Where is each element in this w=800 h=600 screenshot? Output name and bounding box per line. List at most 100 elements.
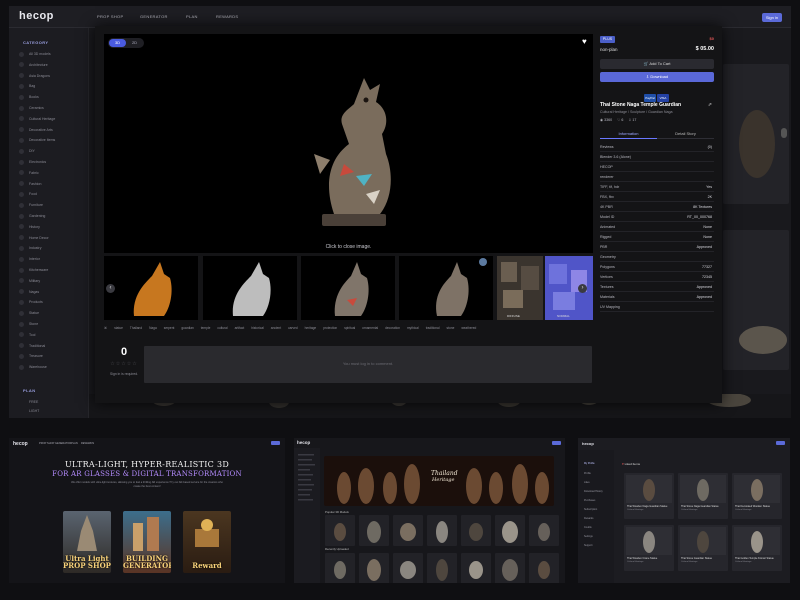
sidebar-item[interactable]: Stone <box>29 322 38 326</box>
nav-generator[interactable]: GENERATOR <box>140 14 168 19</box>
model-card[interactable] <box>529 553 559 583</box>
tag-chip[interactable]: carved <box>288 326 298 330</box>
download-button[interactable]: ⇩ Download <box>600 72 714 82</box>
plan-free[interactable]: FREE <box>29 400 38 404</box>
model-card[interactable] <box>325 515 355 546</box>
liked-card[interactable]: Thai Stone Naga Guardian Statue Cultural … <box>678 473 728 519</box>
sidebar-item[interactable]: Architecture <box>29 63 48 67</box>
tag-chip[interactable]: mythical <box>407 326 419 330</box>
sidebar-item[interactable]: Cultural Heritage <box>29 117 55 121</box>
sidebar-item[interactable]: Statue <box>29 311 39 315</box>
tag-chip[interactable]: protection <box>323 326 337 330</box>
sidebar-item[interactable]: Fashion <box>29 182 41 186</box>
thumbnail-3[interactable] <box>301 256 395 320</box>
sidebar-item[interactable]: Bag <box>29 84 35 88</box>
shot3-brand[interactable]: hecop <box>582 441 594 446</box>
model-card[interactable] <box>495 553 525 583</box>
sidebar-item[interactable]: Fabric <box>29 171 39 175</box>
tag-chip[interactable]: artifact <box>235 326 245 330</box>
sign-in-button[interactable]: Sign in <box>762 13 782 22</box>
tag-chip[interactable]: spiritual <box>344 326 355 330</box>
tag-chip[interactable]: guardian <box>181 326 193 330</box>
sidebar-item[interactable]: Tool <box>29 333 35 337</box>
sidebar-item[interactable]: Kitchenware <box>29 268 48 272</box>
tag-chip[interactable]: temple <box>201 326 211 330</box>
shot3-signin-button[interactable] <box>776 441 785 445</box>
sidebar-item[interactable]: Gardening <box>29 214 45 218</box>
tag-chip[interactable]: stone <box>447 326 455 330</box>
sidebar-item[interactable]: Industry <box>29 246 41 250</box>
profile-side-item[interactable]: Download History <box>584 490 603 493</box>
sidebar-item[interactable]: Electronics <box>29 160 46 164</box>
model-card[interactable] <box>359 553 389 583</box>
shot1-nav-1[interactable]: PROP SHOP <box>39 442 54 445</box>
sidebar-item[interactable]: Furniture <box>29 203 43 207</box>
profile-side-item[interactable]: Likes <box>584 481 590 484</box>
tag-chip[interactable]: ancient <box>271 326 281 330</box>
liked-card[interactable]: Thai Wooden Crane Statue Cultural Heritag… <box>624 525 674 571</box>
model-card[interactable] <box>461 515 491 546</box>
model-card[interactable] <box>427 515 457 546</box>
nav-rewards[interactable]: REWARDS <box>216 14 238 19</box>
add-to-cart-button[interactable]: 🛒 Add To Cart <box>600 59 714 69</box>
comment-box[interactable]: You must log in to comment. <box>144 346 592 383</box>
rating-stars[interactable]: ☆☆☆☆☆ <box>104 361 144 367</box>
brand-logo[interactable]: hecop <box>19 10 54 22</box>
tag-chip[interactable]: weathered <box>461 326 476 330</box>
model-viewer[interactable]: 3D 2D ♥ Click to close image. <box>104 34 593 253</box>
tab-3d[interactable]: 3D <box>109 39 126 47</box>
thumbnail-next-button[interactable]: › <box>578 284 587 293</box>
liked-card[interactable]: Thai Wooden Naga Guardian Statue Cultural… <box>624 473 674 519</box>
tag-chip[interactable]: Naga <box>149 326 157 330</box>
tab-2d[interactable]: 2D <box>126 39 143 47</box>
model-card[interactable] <box>393 553 423 583</box>
thumbnail-4[interactable] <box>399 256 493 320</box>
sidebar-item[interactable]: DIY <box>29 149 35 153</box>
share-icon[interactable]: ⇗ <box>708 102 712 108</box>
profile-side-item[interactable]: Subscription <box>584 508 597 511</box>
shot1-nav-3[interactable]: PLAN <box>71 442 78 445</box>
sidebar-item[interactable]: Military <box>29 279 40 283</box>
tag-chip[interactable]: statue <box>114 326 123 330</box>
thumbnail-diffuse[interactable]: DIFFUSE <box>497 256 543 320</box>
tag-chip[interactable]: heritage <box>305 326 317 330</box>
sidebar-item[interactable]: Products <box>29 300 43 304</box>
tab-information[interactable]: Information <box>600 131 657 139</box>
plan-light[interactable]: LIGHT <box>29 409 39 413</box>
tag-chip[interactable]: cultural <box>217 326 227 330</box>
sidebar-item[interactable]: Traditional <box>29 344 45 348</box>
model-card[interactable] <box>461 553 491 583</box>
liked-card[interactable]: Thai Golden Temple Kinnari Statue Cultura… <box>732 525 782 571</box>
model-card[interactable] <box>495 515 525 546</box>
profile-side-item[interactable]: Purchases <box>584 499 595 502</box>
model-card[interactable] <box>359 515 389 546</box>
model-card[interactable] <box>427 553 457 583</box>
sidebar-item[interactable]: All 3D models <box>29 52 51 56</box>
profile-side-item[interactable]: Credits <box>584 526 592 529</box>
shot1-nav-4[interactable]: REWARDS <box>81 442 94 445</box>
sidebar-item[interactable]: Nagas <box>29 290 39 294</box>
tag-chip[interactable]: Thailand <box>130 326 142 330</box>
shot1-brand[interactable]: hecop <box>13 441 28 447</box>
tag-chip[interactable]: ornamental <box>362 326 378 330</box>
profile-side-item[interactable]: Rewards <box>584 517 593 520</box>
shot2-signin-button[interactable] <box>552 441 561 445</box>
tab-detail-story[interactable]: Detail Story <box>657 131 714 136</box>
sidebar-item[interactable]: Warehouse <box>29 365 47 369</box>
promo-prop-shop[interactable]: Ultra Light PROP SHOP <box>63 511 111 573</box>
tag-chip[interactable]: decoration <box>385 326 400 330</box>
shot1-nav-2[interactable]: GENERATOR <box>55 442 71 445</box>
profile-side-item[interactable]: Settings <box>584 535 593 538</box>
model-card[interactable] <box>529 515 559 546</box>
profile-side-item[interactable]: Support <box>584 544 592 547</box>
shot2-brand[interactable]: hecop <box>297 440 310 445</box>
liked-card[interactable]: Thai Decorated Wooden Statue Cultural Her… <box>732 473 782 519</box>
sidebar-item[interactable]: Asia Dragons <box>29 74 50 78</box>
promo-reward[interactable]: Reward <box>183 511 231 573</box>
sidebar-item[interactable]: Treasure <box>29 354 43 358</box>
tag-chip[interactable]: historical <box>251 326 264 330</box>
profile-side-item[interactable]: Profile <box>584 472 591 475</box>
promo-building-generator[interactable]: BUILDING GENERATOR <box>123 511 171 573</box>
sidebar-item[interactable]: Books <box>29 95 39 99</box>
model-card[interactable] <box>393 515 423 546</box>
